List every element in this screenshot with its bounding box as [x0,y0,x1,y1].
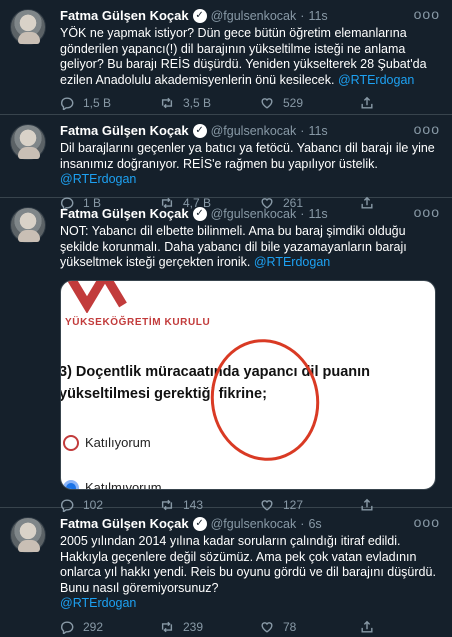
radio-unchecked-icon [63,434,79,451]
tweet-body: NOT: Yabancı dil elbette bilinmeli. Ama … [60,224,407,270]
tweet-text: YÖK ne yapmak istiyor? Dün gece bütün öğ… [60,26,438,88]
tweet-actions: 292 239 78 [60,612,442,637]
option-label: Katılıyorum [85,435,151,451]
retweet-button[interactable]: 239 [160,620,260,634]
verified-badge-icon: ✓ [192,207,207,221]
survey-option: Katılıyorum [63,434,151,451]
mention-link[interactable]: @RTErdogan [254,255,330,269]
more-icon[interactable]: ooo [414,204,440,220]
tweet-time[interactable]: 11s [308,206,327,222]
tweet-header: Fatma Gülşen Koçak ✓ @fgulsenkocak · 11s [60,206,442,222]
verified-badge-icon: ✓ [192,9,207,23]
tweet[interactable]: Fatma Gülşen Koçak ✓ @fgulsenkocak · 11s… [0,0,452,115]
like-count: 78 [283,619,297,634]
author-handle[interactable]: @fgulsenkocak [211,206,297,222]
reply-icon [61,97,74,111]
share-icon [361,620,373,633]
share-icon [361,97,373,109]
tweet-image[interactable]: YÜKSEKÖĞRETİM KURULU 3) Doçentlik müraca… [60,279,436,490]
verified-badge-icon: ✓ [192,124,207,138]
reply-button[interactable]: 292 [60,620,160,634]
separator-dot: · [300,207,305,221]
tweet-time[interactable]: 6s [308,516,321,532]
author-name[interactable]: Fatma Gülşen Koçak [60,516,189,532]
retweet-icon [161,98,173,109]
tweet[interactable]: Fatma Gülşen Koçak ✓ @fgulsenkocak · 11s… [0,115,452,210]
mention-link[interactable]: @RTErdogan [60,596,136,610]
timeline: Fatma Gülşen Koçak ✓ @fgulsenkocak · 11s… [0,0,452,637]
retweet-count: 239 [183,619,204,634]
tweet[interactable]: Fatma Gülşen Koçak ✓ @fgulsenkocak · 6s … [0,508,452,637]
avatar[interactable] [10,207,46,243]
more-icon[interactable]: ooo [414,514,440,530]
reply-icon [61,621,74,634]
like-button[interactable]: 78 [260,620,360,634]
avatar[interactable] [10,124,46,160]
retweet-count: 3,5 B [183,96,212,111]
author-name[interactable]: Fatma Gülşen Koçak [60,8,189,24]
reply-count: 292 [83,619,104,634]
tweet-text: NOT: Yabancı dil elbette bilinmeli. Ama … [60,224,438,271]
like-count: 529 [283,96,304,111]
mention-link[interactable]: @RTErdogan [338,73,414,87]
author-handle[interactable]: @fgulsenkocak [211,123,297,139]
tweet-header: Fatma Gülşen Koçak ✓ @fgulsenkocak · 11s [60,123,442,139]
highlight-circle [201,330,329,470]
share-button[interactable] [360,96,383,110]
tweet-text: Dil barajlarını geçenler ya batıcı ya fe… [60,141,438,188]
yok-logo-icon [67,280,127,313]
mention-link[interactable]: @RTErdogan [60,172,136,186]
tweet-body: 2005 yılından 2014 yılına kadar soruları… [60,534,436,595]
option-label: Katılmıyorum [85,480,162,490]
survey-option: Katılmıyorum [63,479,162,490]
separator-dot: · [300,124,305,138]
separator-dot: · [300,9,305,23]
author-name[interactable]: Fatma Gülşen Koçak [60,206,189,222]
reply-button[interactable]: 1,5 B [60,96,160,111]
tweet-body: Dil barajlarını geçenler ya batıcı ya fe… [60,141,435,171]
radio-checked-icon [63,479,79,489]
author-handle[interactable]: @fgulsenkocak [211,516,297,532]
tweet-header: Fatma Gülşen Koçak ✓ @fgulsenkocak · 6s [60,516,442,532]
author-name[interactable]: Fatma Gülşen Koçak [60,123,189,139]
author-handle[interactable]: @fgulsenkocak [211,8,297,24]
more-icon[interactable]: ooo [414,6,440,22]
like-button[interactable]: 529 [260,96,360,110]
tweet-time[interactable]: 11s [308,8,327,24]
logo-text: YÜKSEKÖĞRETİM KURULU [65,316,211,328]
more-icon[interactable]: ooo [414,121,440,137]
tweet[interactable]: Fatma Gülşen Koçak ✓ @fgulsenkocak · 11s… [0,198,452,512]
share-button[interactable] [360,620,383,634]
retweet-icon [161,621,173,633]
heart-icon [261,98,273,110]
verified-badge-icon: ✓ [192,517,207,531]
separator-dot: · [300,517,305,531]
tweet-time[interactable]: 11s [308,123,327,139]
retweet-button[interactable]: 3,5 B [160,96,260,110]
avatar[interactable] [10,9,46,45]
reply-count: 1,5 B [83,96,112,111]
avatar[interactable] [10,517,46,553]
heart-icon [261,622,273,633]
tweet-actions: 1,5 B 3,5 B 529 [60,88,442,118]
tweet-header: Fatma Gülşen Koçak ✓ @fgulsenkocak · 11s [60,8,442,24]
tweet-text: 2005 yılından 2014 yılına kadar soruları… [60,534,438,612]
